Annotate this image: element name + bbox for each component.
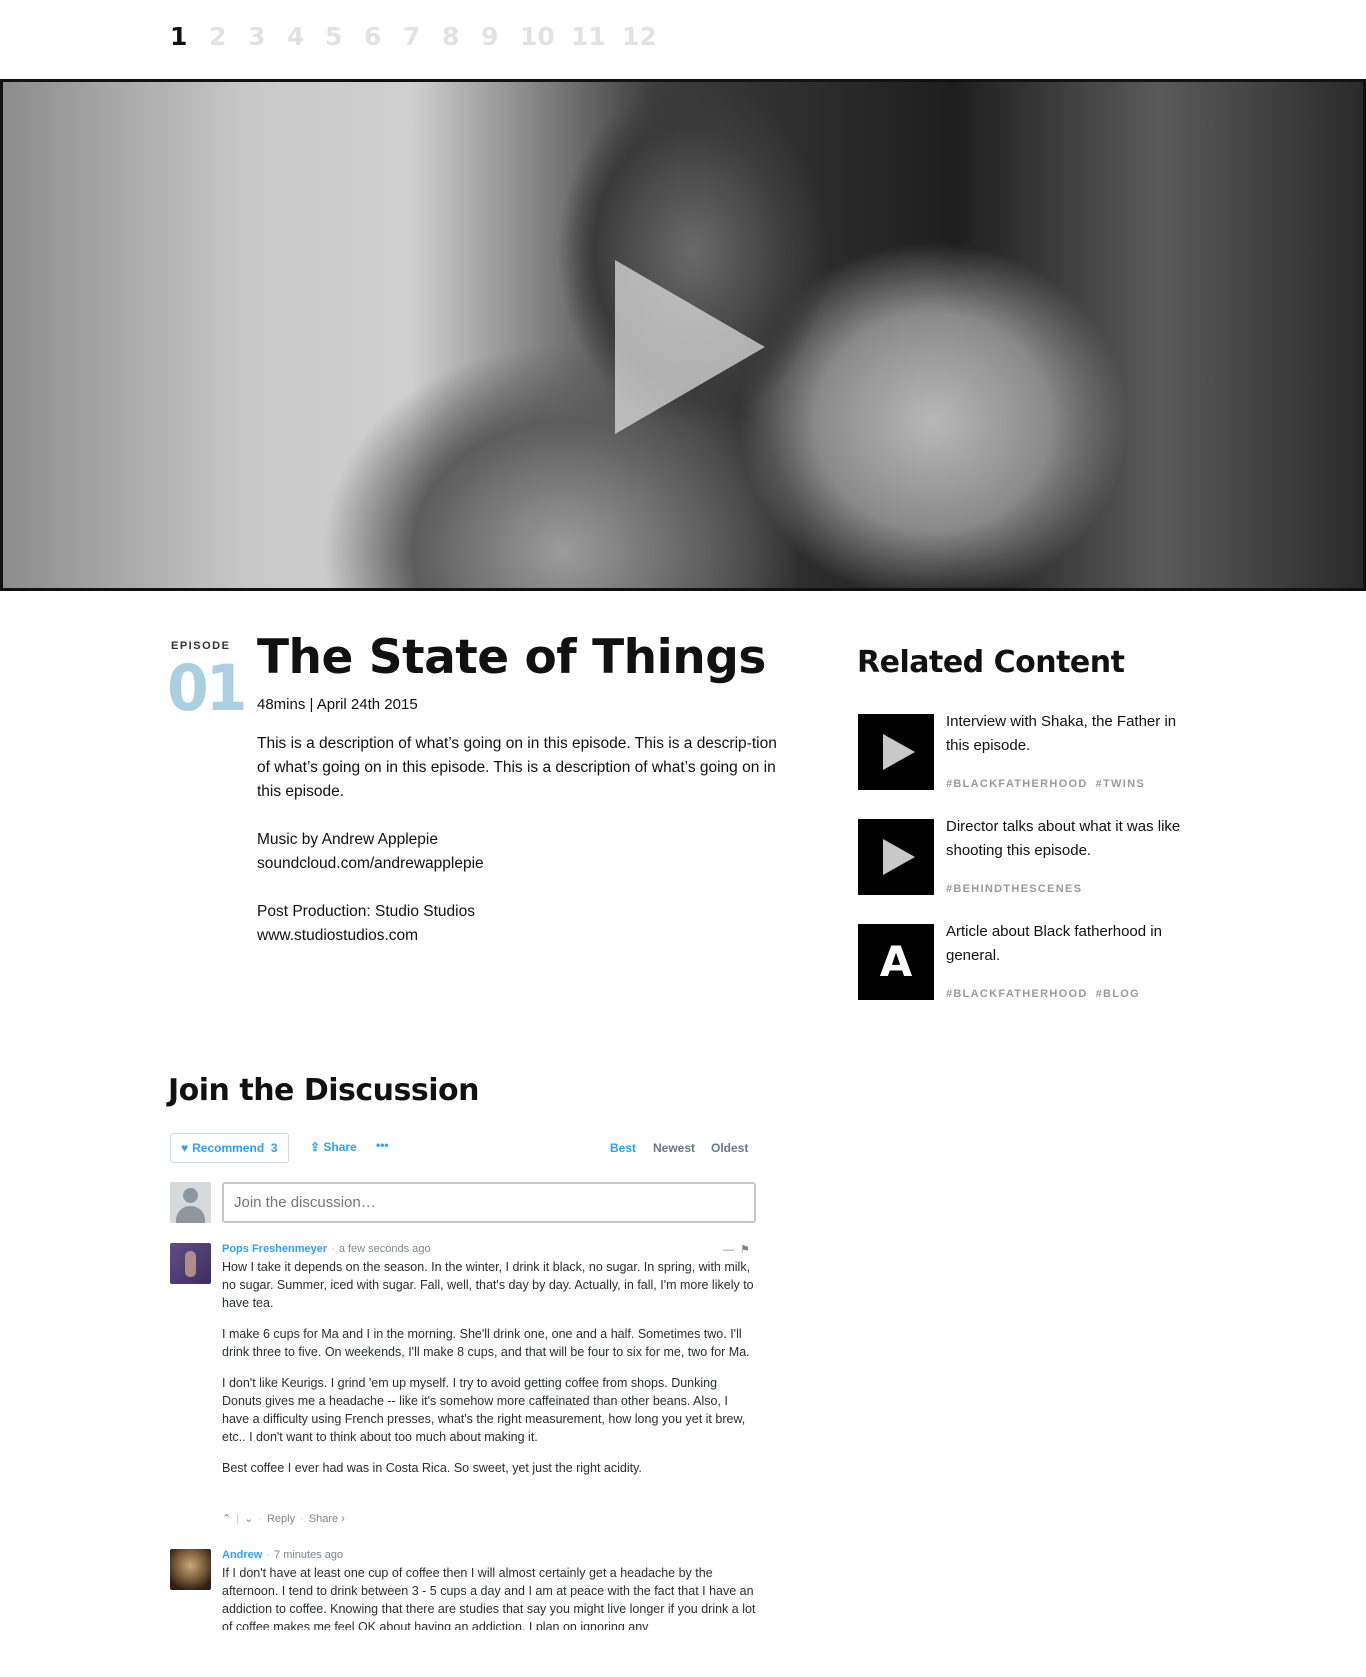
comment-paragraph: How I take it depends on the season. In …: [222, 1260, 754, 1310]
post-production-link[interactable]: www.studiostudios.com: [257, 924, 777, 948]
share-link[interactable]: Share ›: [309, 1513, 345, 1525]
tag-link[interactable]: #BLACKFATHERHOOD: [946, 778, 1088, 790]
comment-paragraph: I don't like Keurigs. I grind 'em up mys…: [222, 1376, 746, 1444]
sort-oldest-tab[interactable]: Oldest: [711, 1141, 748, 1155]
reply-button[interactable]: Reply: [267, 1513, 295, 1525]
sort-best-tab[interactable]: Best: [610, 1141, 636, 1155]
post-production-credit: Post Production: Studio Studios www.stud…: [257, 900, 777, 948]
episode-link-10[interactable]: 10: [520, 22, 571, 51]
comment-paragraph: I make 6 cups for Ma and I in the mornin…: [222, 1327, 750, 1359]
tag-link[interactable]: #BLACKFATHERHOOD: [946, 988, 1088, 1000]
play-icon[interactable]: [615, 260, 765, 434]
related-item-tags: #BLACKFATHERHOOD #TWINS: [946, 778, 1153, 790]
episode-link-4[interactable]: 4: [287, 22, 325, 51]
episode-link-2[interactable]: 2: [209, 22, 248, 51]
comment-paragraph: Best coffee I ever had was in Costa Rica…: [222, 1461, 642, 1475]
music-credit-name: Music by Andrew Applepie: [257, 831, 438, 848]
episode-meta: 48mins | April 24th 2015: [257, 696, 418, 713]
related-item-tags: #BLACKFATHERHOOD #BLOG: [946, 988, 1148, 1000]
comment-header: Andrew · 7 minutes ago: [222, 1549, 344, 1561]
downvote-icon[interactable]: ⌄: [244, 1513, 253, 1525]
related-item-title[interactable]: Interview with Shaka, the Father in this…: [946, 710, 1186, 758]
share-button[interactable]: ⇪ Share: [310, 1140, 357, 1154]
collapse-icon[interactable]: —: [723, 1244, 734, 1256]
comment-paragraph: If I don't have at least one cup of coff…: [222, 1566, 756, 1634]
play-icon: [883, 839, 915, 875]
page-bottom: [0, 1630, 1366, 1677]
episode-link-11[interactable]: 11: [571, 22, 622, 51]
episode-number: 01: [167, 652, 247, 726]
avatar: [170, 1182, 211, 1223]
comment-author[interactable]: Andrew: [222, 1549, 262, 1561]
episode-link-5[interactable]: 5: [325, 22, 364, 51]
avatar[interactable]: [170, 1549, 211, 1590]
discussion-title: Join the Discussion: [168, 1073, 480, 1108]
music-credit-link[interactable]: soundcloud.com/andrewapplepie: [257, 852, 777, 876]
episode-link-7[interactable]: 7: [403, 22, 442, 51]
comment-timestamp[interactable]: 7 minutes ago: [274, 1549, 343, 1561]
related-item-title[interactable]: Article about Black fatherhood in genera…: [946, 920, 1186, 968]
tag-link[interactable]: #TWINS: [1096, 778, 1145, 790]
related-item-title[interactable]: Director talks about what it was like sh…: [946, 815, 1186, 863]
related-item-tags: #BEHINDTHESCENES: [946, 883, 1090, 895]
episode-description: This is a description of what’s going on…: [257, 735, 777, 800]
share-icon: ⇪: [310, 1140, 321, 1154]
comment-controls: — ⚑: [717, 1243, 750, 1256]
tag-link[interactable]: #BLOG: [1096, 988, 1140, 1000]
sort-newest-tab[interactable]: Newest: [653, 1141, 695, 1155]
comment-input[interactable]: [222, 1182, 756, 1223]
upvote-icon[interactable]: ⌃: [222, 1513, 231, 1525]
related-content-title: Related Content: [857, 645, 1125, 680]
article-icon: A: [879, 937, 913, 986]
related-thumbnail[interactable]: [858, 819, 934, 895]
episode-title: The State of Things: [257, 630, 766, 685]
play-icon: [883, 734, 915, 770]
recommend-button[interactable]: ♥ Recommend 3: [170, 1133, 289, 1163]
related-thumbnail[interactable]: A: [858, 924, 934, 1000]
episode-nav: 1 2 3 4 5 6 7 8 9 10 11 12: [170, 22, 662, 51]
more-options-button[interactable]: •••: [376, 1138, 389, 1152]
comment-author[interactable]: Pops Freshenmeyer: [222, 1243, 327, 1255]
video-player[interactable]: [0, 79, 1366, 591]
post-production-name: Post Production: Studio Studios: [257, 903, 475, 920]
comment-actions: ⌃ | ⌄ · Reply · Share ›: [222, 1513, 345, 1525]
recommend-count: 3: [270, 1141, 278, 1155]
related-thumbnail[interactable]: [858, 714, 934, 790]
episode-link-1[interactable]: 1: [170, 22, 209, 51]
episode-link-9[interactable]: 9: [481, 22, 520, 51]
tag-link[interactable]: #BEHINDTHESCENES: [946, 883, 1082, 895]
comment-header: Pops Freshenmeyer · a few seconds ago: [222, 1243, 431, 1255]
music-credit: Music by Andrew Applepie soundcloud.com/…: [257, 828, 777, 876]
share-label: Share: [323, 1140, 357, 1154]
episode-label: EPISODE: [171, 640, 231, 652]
heart-icon: ♥: [181, 1141, 189, 1155]
discussion-toolbar: ♥ Recommend 3 ⇪ Share ••• Best Newest Old…: [170, 1133, 756, 1163]
episode-link-3[interactable]: 3: [248, 22, 287, 51]
episode-link-6[interactable]: 6: [364, 22, 403, 51]
avatar[interactable]: [170, 1243, 211, 1284]
recommend-label: Recommend: [192, 1141, 265, 1155]
comment-body: How I take it depends on the season. In …: [222, 1258, 756, 1490]
episode-link-12[interactable]: 12: [622, 22, 662, 51]
flag-icon[interactable]: ⚑: [740, 1244, 750, 1256]
episode-link-8[interactable]: 8: [442, 22, 481, 51]
comment-timestamp[interactable]: a few seconds ago: [339, 1243, 431, 1255]
